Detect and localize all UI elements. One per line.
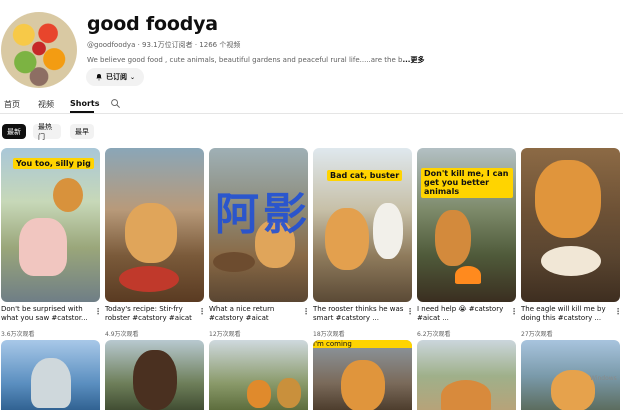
more-vert-icon[interactable]: ⋮: [302, 307, 310, 316]
bell-icon: [96, 74, 102, 81]
short-title[interactable]: I need help 😭 #catstory #aicat ...: [417, 305, 509, 323]
chip-oldest[interactable]: 最早: [70, 124, 94, 139]
shark-figure: [31, 358, 71, 408]
short-views: 3.6万次观看: [1, 331, 35, 338]
campfire-shape: [455, 266, 481, 284]
tab-videos[interactable]: 视频: [38, 99, 54, 110]
bear-figure: [133, 350, 177, 410]
short-views: 6.2万次观看: [417, 331, 451, 338]
short-thumbnail[interactable]: [1, 340, 100, 410]
short-thumbnail[interactable]: You too, silly pig: [1, 148, 100, 302]
chevron-down-icon: ⌄: [129, 73, 136, 81]
short-thumbnail[interactable]: [105, 148, 204, 302]
tab-shorts[interactable]: Shorts: [70, 99, 99, 108]
pig-figure: [19, 218, 67, 276]
short-thumbnail[interactable]: I'm coming: [313, 340, 412, 410]
more-vert-icon[interactable]: ⋮: [198, 307, 206, 316]
channel-name: good foodya: [87, 13, 218, 35]
cat-figure: [125, 203, 177, 263]
short-title[interactable]: What a nice return #catstory #aicat: [209, 305, 301, 323]
short-title[interactable]: Don't be surprised with what you saw #ca…: [1, 305, 93, 323]
more-vert-icon[interactable]: ⋮: [510, 307, 518, 316]
short-title[interactable]: The eagle will kill me by doing this #ca…: [521, 305, 613, 323]
thumbnail-caption: You too, silly pig: [13, 158, 94, 170]
egg-nest: [541, 246, 601, 276]
tab-home[interactable]: 首页: [4, 99, 20, 110]
channel-description-text: We believe good food , cute animals, bea…: [87, 56, 403, 64]
cat-figure: [53, 178, 83, 212]
short-views: 18万次观看: [313, 331, 345, 338]
rooster-figure: [373, 203, 403, 259]
lobster-dish: [119, 266, 179, 292]
table-shape: [213, 252, 255, 272]
cat-figure: [535, 160, 601, 238]
watermark-logo: 阿影: [215, 189, 311, 240]
short-thumbnail[interactable]: [209, 340, 308, 410]
more-vert-icon[interactable]: ⋮: [94, 307, 102, 316]
channel-avatar[interactable]: [1, 12, 77, 88]
subscribed-label: 已订阅: [105, 73, 127, 81]
cat-figure: [341, 360, 385, 410]
channel-meta: @goodfoodya · 93.1万位订阅者 · 1266 个视频: [87, 41, 241, 49]
short-thumbnail[interactable]: Bad cat, buster: [313, 148, 412, 302]
subscribed-button[interactable]: 已订阅 ⌄: [86, 68, 144, 86]
short-thumbnail[interactable]: [417, 340, 516, 410]
channel-description[interactable]: We believe good food , cute animals, bea…: [87, 55, 424, 65]
cat-figure: [325, 208, 369, 270]
cat-figure: [441, 380, 491, 410]
more-vert-icon[interactable]: ⋮: [614, 307, 622, 316]
short-title[interactable]: Today's recipe: Stir-fry robster #catsto…: [105, 305, 197, 323]
search-icon[interactable]: [110, 98, 121, 109]
chip-latest[interactable]: 最新: [2, 124, 26, 139]
active-tab-indicator: [70, 111, 94, 113]
short-thumbnail[interactable]: [521, 148, 620, 302]
short-thumbnail[interactable]: Don't kill me, I can get you better anim…: [417, 148, 516, 302]
thumbnail-caption: I'm coming: [313, 340, 412, 348]
more-link[interactable]: ...更多: [402, 56, 424, 64]
lion-figure: [277, 378, 301, 408]
chip-popular[interactable]: 最热门: [33, 123, 61, 141]
channel-tabs: 首页 视频 Shorts: [0, 94, 623, 114]
more-vert-icon[interactable]: ⋮: [406, 307, 414, 316]
tiger-figure: [247, 380, 271, 408]
thumbnail-caption: Bad cat, buster: [327, 170, 403, 182]
thumbnail-caption: Don't kill me, I can get you better anim…: [421, 168, 513, 198]
short-title[interactable]: The rooster thinks he was smart #catstor…: [313, 305, 405, 323]
cat-figure: [551, 370, 595, 410]
cat-figure: [435, 210, 471, 266]
short-views: 4.9万次观看: [105, 331, 139, 338]
os-watermark: Windows: [590, 375, 617, 382]
channel-header: good foodya @goodfoodya · 93.1万位订阅者 · 12…: [0, 0, 623, 92]
short-thumbnail[interactable]: [105, 340, 204, 410]
short-views: 27万次观看: [521, 331, 553, 338]
short-views: 12万次观看: [209, 331, 241, 338]
